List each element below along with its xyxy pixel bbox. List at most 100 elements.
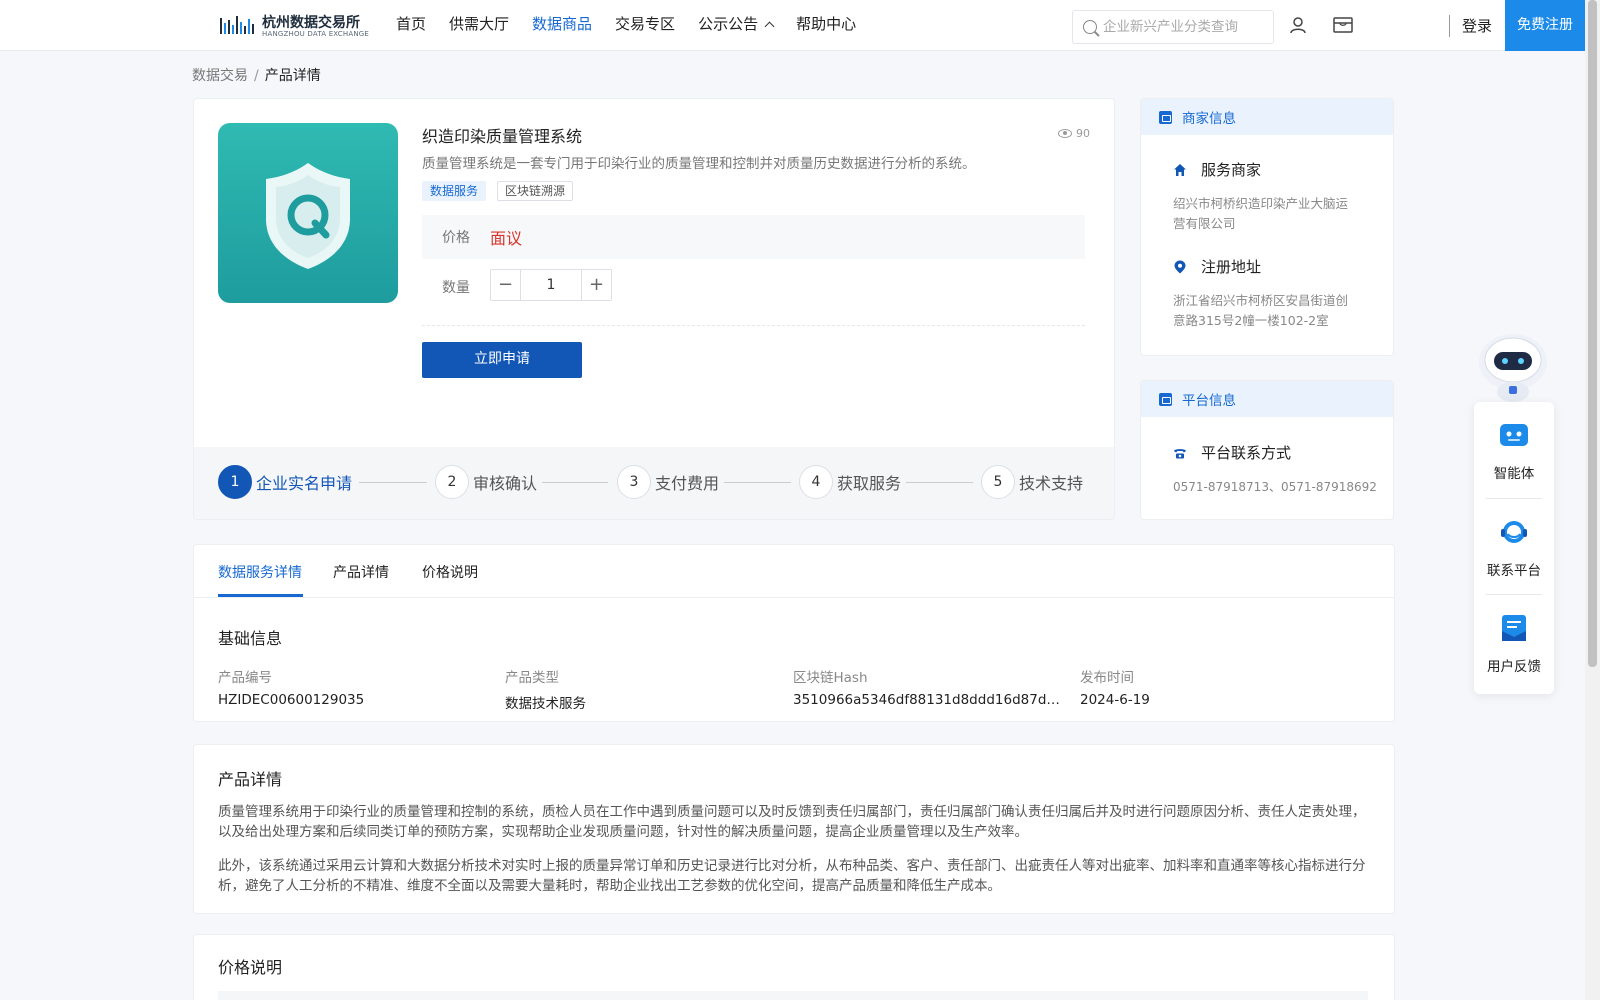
merchant-info-header: 商家信息 [1141,99,1393,135]
step-connector [724,482,791,483]
price-label: 价格 [442,230,470,246]
field-product-code: 产品编号 HZIDEC00600129035 [218,666,488,708]
nav-trade-zone[interactable]: 交易专区 [615,0,675,50]
agent-icon [1500,424,1528,446]
product-image [218,123,398,303]
breadcrumb-current: 产品详情 [264,68,321,84]
agent-label: 智能体 [1493,466,1535,482]
platform-info-header: 平台信息 [1141,381,1393,417]
nav-help-center[interactable]: 帮助中心 [796,0,856,50]
field-value: HZIDEC00600129035 [218,692,365,708]
login-link[interactable]: 登录 [1462,15,1492,36]
main-nav: 首页 供需大厅 数据商品 交易专区 公示公告 帮助中心 [396,0,879,50]
registered-address-value: 浙江省绍兴市柯桥区安昌街道创意路315号2幢一楼102-2室 [1173,293,1349,328]
nav-announcements[interactable]: 公示公告 [698,0,775,50]
breadcrumb-separator: / [254,68,259,84]
step-number: 1 [218,465,252,499]
product-detail-title: 产品详情 [218,770,283,789]
view-count: 90 [1058,127,1090,140]
view-count-value: 90 [1076,127,1090,140]
eye-icon [1058,129,1072,138]
merchant-info-title: 商家信息 [1182,111,1236,127]
tab-product-detail[interactable]: 产品详情 [333,562,389,582]
nav-announcements-label: 公示公告 [698,15,759,33]
step-connector [906,482,973,483]
nav-home[interactable]: 首页 [396,0,426,50]
step-5: 5 技术支持 [981,465,1083,499]
merchant-icon [1159,110,1172,124]
price-info-card: 价格说明 [193,934,1395,1000]
agent-widget[interactable]: 智能体 [1474,420,1554,482]
price-info-title: 价格说明 [218,958,283,977]
nav-supply-demand[interactable]: 供需大厅 [449,0,509,50]
page-scrollbar[interactable] [1585,0,1600,1000]
breadcrumb-parent[interactable]: 数据交易 [192,68,248,84]
product-detail-paragraph-1: 质量管理系统用于印染行业的质量管理和控制的系统，质检人员在工作中遇到质量问题可以… [218,804,1366,840]
feedback-icon [1502,615,1526,641]
step-4: 4 获取服务 [799,465,901,499]
register-button[interactable]: 免费注册 [1505,0,1585,51]
platform-contact-value: 0571-87918713、0571-87918692 [1173,480,1377,494]
platform-contact-title: 平台联系方式 [1201,444,1292,462]
product-detail-card: 产品详情 质量管理系统用于印染行业的质量管理和控制的系统，质检人员在工作中遇到质… [193,744,1395,914]
user-icon[interactable] [1289,16,1307,34]
registered-address-block: 注册地址 浙江省绍兴市柯桥区安昌街道创意路315号2幢一楼102-2室 [1173,256,1358,331]
quantity-decrease-button[interactable]: − [491,270,521,300]
product-detail-paragraph-2: 此外，该系统通过采用云计算和大数据分析技术对实时上报的质量异常订单和历史记录进行… [218,858,1366,894]
service-merchant-title: 服务商家 [1201,161,1262,179]
registered-address-title: 注册地址 [1201,258,1262,276]
merchant-info-card: 商家信息 服务商家 绍兴市柯桥织造印染产业大脑运营有限公司 注册地址 浙江省绍兴… [1140,98,1394,356]
field-label: 产品编号 [218,670,272,686]
step-label: 支付费用 [655,474,720,493]
home-icon [1174,163,1186,176]
chevron-up-icon [764,21,775,32]
search-box[interactable] [1072,10,1274,44]
product-card: 织造印染质量管理系统 90 质量管理系统是一套专门用于印染行业的质量管理和控制并… [193,98,1115,520]
service-merchant-block: 服务商家 绍兴市柯桥织造印染产业大脑运营有限公司 [1173,159,1358,234]
scrollbar-thumb[interactable] [1588,0,1597,667]
step-number: 4 [799,465,833,499]
step-connector [542,482,608,483]
product-title: 织造印染质量管理系统 [422,127,583,146]
quantity-increase-button[interactable]: + [581,270,611,300]
quantity-input[interactable] [521,270,581,300]
top-header: 杭州数据交易所 HANGZHOU DATA EXCHANGE 首页 供需大厅 数… [0,0,1585,51]
field-label: 发布时间 [1080,670,1134,686]
field-label: 区块链Hash [793,670,868,686]
apply-button[interactable]: 立即申请 [422,342,582,378]
field-label: 产品类型 [505,670,559,686]
product-description: 质量管理系统是一套专门用于印染行业的质量管理和控制并对质量历史数据进行分析的系统… [422,156,976,172]
platform-info-card: 平台信息 平台联系方式 0571-87918713、0571-87918692 [1140,380,1394,520]
tab-service-detail[interactable]: 数据服务详情 [218,562,302,582]
step-2: 2 审核确认 [435,465,537,499]
step-number: 5 [981,465,1015,499]
search-input[interactable] [1103,17,1268,37]
nav-data-products[interactable]: 数据商品 [532,0,592,50]
logo-mark-icon [220,16,254,34]
tag-blockchain: 区块链溯源 [497,181,574,201]
field-blockchain-hash: 区块链Hash 3510966a5346df88131d8ddd16d87d23… [793,666,1067,708]
tab-price-info[interactable]: 价格说明 [422,562,478,582]
logo-title: 杭州数据交易所 [262,15,360,31]
contact-platform-widget[interactable]: 联系平台 [1474,517,1554,579]
quantity-stepper: − + [490,269,612,301]
step-label: 获取服务 [837,474,902,493]
robot-assistant-icon[interactable] [1474,326,1552,404]
quantity-label: 数量 [442,280,470,296]
platform-contact-block: 平台联系方式 0571-87918713、0571-87918692 [1173,442,1383,497]
service-merchant-name: 绍兴市柯桥织造印染产业大脑运营有限公司 [1173,196,1349,231]
floating-service-panel: 智能体 联系平台 用户反馈 [1474,402,1554,694]
breadcrumb: 数据交易 / 产品详情 [192,65,321,85]
search-icon[interactable] [1083,20,1097,34]
location-pin-icon [1174,260,1186,273]
basic-info-title: 基础信息 [218,629,283,648]
field-value: 3510966a5346df88131d8ddd16d87d23cc... [793,692,1067,708]
process-steps: 1 企业实名申请 2 审核确认 3 支付费用 4 获取服务 5 技术支持 [194,447,1114,519]
header-divider [1449,15,1450,37]
user-feedback-widget[interactable]: 用户反馈 [1474,613,1554,675]
float-divider [1486,594,1542,595]
cart-icon[interactable] [1333,16,1353,34]
tag-data-service: 数据服务 [422,181,487,201]
logo[interactable]: 杭州数据交易所 HANGZHOU DATA EXCHANGE [220,12,369,40]
service-detail-card: 数据服务详情 产品详情 价格说明 基础信息 产品编号 HZIDEC0060012… [193,544,1395,722]
